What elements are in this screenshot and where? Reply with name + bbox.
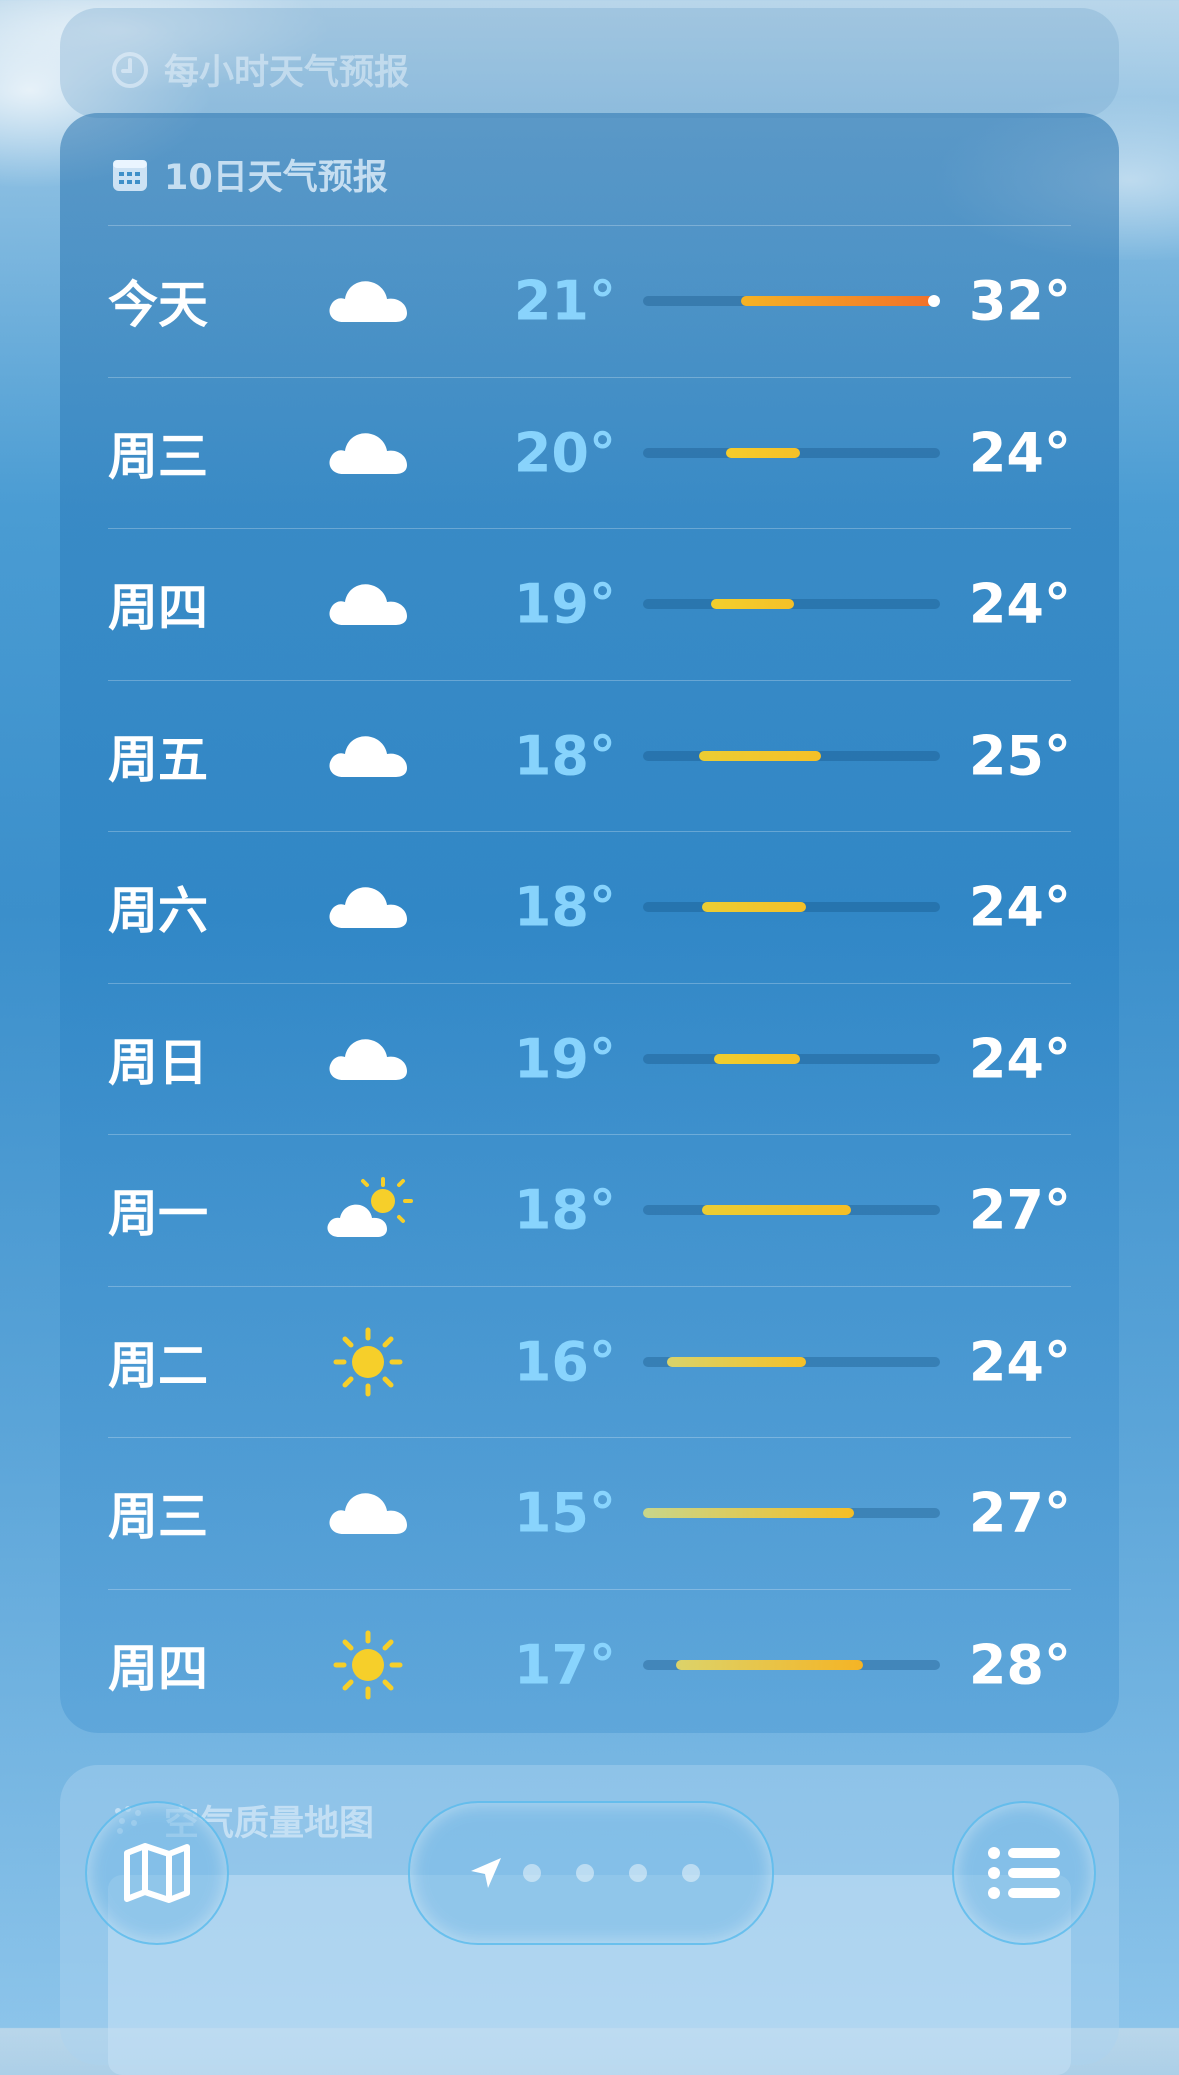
temperature-range-fill [666,1356,807,1367]
list-icon [988,1847,1060,1899]
high-temperature: 27° [968,1178,1071,1242]
map-button[interactable] [85,1801,229,1945]
low-temperature: 19° [513,1027,616,1091]
temperature-range-bar [643,599,940,610]
low-temperature: 18° [513,1178,616,1242]
low-temperature: 18° [513,875,616,939]
forecast-day-label: 周日 [108,1033,208,1092]
low-temperature: 16° [513,1330,616,1394]
forecast-row[interactable]: 周一 18° 27° [108,1134,1071,1286]
page-dot[interactable] [523,1864,541,1882]
temperature-range-bar [643,1659,940,1670]
low-temperature: 18° [513,724,616,788]
temperature-range-fill [741,296,935,307]
high-temperature: 28° [968,1633,1071,1697]
cloud-icon [323,1478,413,1548]
ten-day-forecast-card: 10日天气预报 今天 21° 32° 周三 20° 24° 周四 19° 24° 周五 18° 25°… [60,113,1119,1733]
location-arrow-icon [471,1858,501,1888]
temperature-range-fill [726,447,801,458]
forecast-day-label: 周二 [108,1336,208,1395]
temperature-range-bar [643,295,941,308]
city-list-button[interactable] [952,1801,1096,1945]
forecast-row[interactable]: 周五 18° 25° [108,679,1071,832]
high-temperature: 24° [968,875,1071,939]
page-indicator[interactable] [408,1801,774,1945]
forecast-day-label: 今天 [108,276,208,335]
temperature-range-fill [702,902,807,913]
calendar-icon [113,159,147,191]
low-temperature: 20° [513,421,616,485]
temperature-range-bar [643,1356,940,1367]
temperature-range-bar [643,447,940,458]
temperature-range-fill [699,750,822,761]
ten-day-forecast-title: 10日天气预报 [164,158,388,198]
map-icon [124,1843,190,1903]
forecast-row[interactable]: 周四 19° 24° [108,528,1071,680]
temperature-range-bar [643,902,940,913]
current-temperature-marker [928,295,941,308]
temperature-range-fill [675,1659,863,1670]
low-temperature: 15° [513,1481,616,1545]
low-temperature: 17° [513,1633,616,1697]
cloud-icon [323,872,413,942]
forecast-row[interactable]: 周二 16° 24° [108,1285,1071,1438]
cloud-icon [323,266,413,336]
temperature-range-bar [643,750,940,761]
temperature-range-bar [643,1205,940,1216]
ten-day-forecast-header: 10日天气预报 [110,149,388,200]
high-temperature: 24° [968,1027,1071,1091]
forecast-list: 今天 21° 32° 周三 20° 24° 周四 19° 24° 周五 18° 25° 周六 18° 24°… [108,225,1071,1740]
forecast-row[interactable]: 周六 18° 24° [108,831,1071,983]
clock-icon [112,51,148,88]
page-dot[interactable] [682,1864,700,1882]
hourly-forecast-header: 每小时天气预报 [110,44,409,95]
high-temperature: 32° [968,269,1071,333]
cloud-icon [323,721,413,791]
low-temperature: 21° [513,269,616,333]
hourly-forecast-card[interactable]: 每小时天气预报 [60,8,1119,118]
partly-sunny-icon [323,1175,413,1245]
low-temperature: 19° [513,572,616,636]
temperature-range-fill [711,599,795,610]
temperature-range-bar [643,1508,940,1519]
sun-icon [323,1327,413,1397]
forecast-row[interactable]: 周三 15° 27° [108,1437,1071,1589]
high-temperature: 24° [968,421,1071,485]
temperature-range-bar [643,1053,940,1064]
forecast-day-label: 周五 [108,730,208,789]
forecast-row[interactable]: 周四 17° 28° [108,1588,1071,1741]
high-temperature: 27° [968,1481,1071,1545]
high-temperature: 25° [968,724,1071,788]
cloud-icon [323,418,413,488]
temperature-range-fill [714,1053,801,1064]
forecast-row[interactable]: 今天 21° 32° [108,225,1071,377]
forecast-day-label: 周四 [108,579,208,638]
cloud-icon [323,1024,413,1094]
page-dot[interactable] [629,1864,647,1882]
forecast-day-label: 周六 [108,882,208,941]
high-temperature: 24° [968,1330,1071,1394]
page-dot[interactable] [576,1864,594,1882]
hourly-forecast-title: 每小时天气预报 [164,53,410,93]
high-temperature: 24° [968,572,1071,636]
temperature-range-fill [643,1508,854,1519]
temperature-range-fill [702,1205,851,1216]
forecast-day-label: 周四 [108,1639,208,1698]
forecast-day-label: 周三 [108,1488,208,1547]
forecast-day-label: 周一 [108,1185,208,1244]
forecast-row[interactable]: 周三 20° 24° [108,376,1071,529]
sun-icon [323,1630,413,1700]
cloud-icon [323,569,413,639]
forecast-row[interactable]: 周日 19° 24° [108,982,1071,1135]
forecast-day-label: 周三 [108,427,208,486]
